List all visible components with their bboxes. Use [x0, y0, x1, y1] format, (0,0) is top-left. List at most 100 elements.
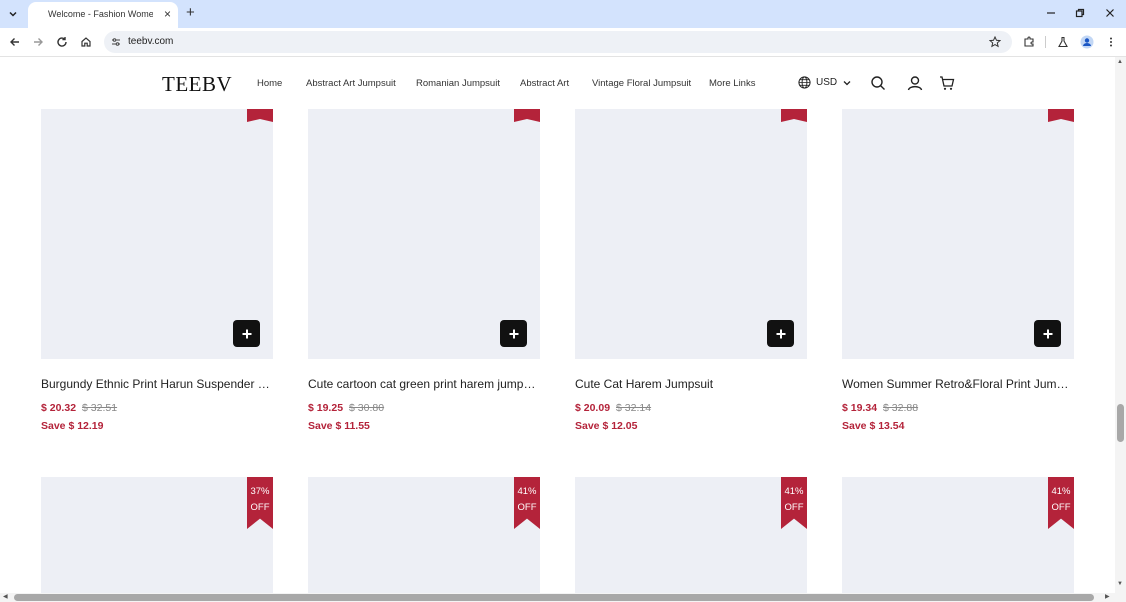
product-card[interactable]: Women Summer Retro&Floral Print Jumpsuit…: [842, 109, 1074, 439]
product-card[interactable]: Burgundy Ethnic Print Harun Suspender Ju…: [41, 109, 273, 439]
currency-selector[interactable]: USD: [798, 76, 852, 89]
scroll-down-arrow-icon[interactable]: ▼: [1117, 581, 1123, 587]
price-row: $ 19.34 $ 32.88: [842, 402, 918, 414]
nav-link-home[interactable]: Home: [257, 78, 282, 89]
product-card[interactable]: Cute cartoon cat green print harem jumps…: [308, 109, 540, 439]
discount-off-label: OFF: [250, 502, 270, 513]
account-icon[interactable]: [907, 75, 923, 91]
scroll-up-arrow-icon[interactable]: ▲: [1117, 59, 1123, 65]
sale-price: $ 20.09: [575, 402, 611, 414]
site-settings-icon[interactable]: [111, 37, 121, 47]
product-title[interactable]: Women Summer Retro&Floral Print Jumpsuit: [842, 377, 1074, 391]
back-button[interactable]: [6, 33, 24, 51]
price-row: $ 19.25 $ 30.80: [308, 402, 384, 414]
price-row: $ 20.09 $ 32.14: [575, 402, 651, 414]
arrow-left-icon: [10, 38, 19, 46]
horizontal-scroll-thumb[interactable]: [14, 594, 1094, 601]
minimize-button[interactable]: [1042, 4, 1060, 22]
tab-title: Welcome - Fashion Women Clothing: [48, 9, 153, 19]
new-tab-button[interactable]: +: [186, 4, 195, 22]
site-header: TEEBV Home Abstract Art Jumpsuit Romania…: [0, 57, 1115, 109]
nav-link-abstract-art[interactable]: Abstract Art: [520, 78, 569, 89]
price-row: $ 20.32 $ 32.51: [41, 402, 117, 414]
close-icon: [1106, 9, 1114, 17]
site-logo[interactable]: TEEBV: [162, 72, 232, 97]
browser-tab[interactable]: Welcome - Fashion Women Clothing ×: [28, 2, 178, 28]
toolbar-divider: [1045, 36, 1046, 48]
product-card[interactable]: 41% OFF: [842, 477, 1074, 593]
product-image[interactable]: [41, 477, 273, 593]
tab-search-button[interactable]: [4, 5, 22, 23]
product-image[interactable]: [575, 477, 807, 593]
discount-off-label: OFF: [1051, 502, 1071, 513]
product-card[interactable]: 37% OFF: [41, 477, 273, 593]
labs-button[interactable]: [1054, 33, 1072, 51]
nav-link-more-links[interactable]: More Links: [709, 78, 755, 89]
scroll-right-arrow-icon[interactable]: ▶: [1105, 593, 1110, 600]
flask-icon: [1058, 36, 1068, 48]
close-window-button[interactable]: [1101, 4, 1119, 22]
add-to-cart-button[interactable]: [233, 320, 260, 347]
original-price: $ 32.14: [616, 402, 652, 414]
sale-price: $ 19.25: [308, 402, 344, 414]
globe-icon: [798, 76, 811, 89]
plus-icon: [776, 329, 785, 338]
add-to-cart-button[interactable]: [767, 320, 794, 347]
discount-off-label: OFF: [517, 502, 537, 513]
puzzle-icon: [1024, 36, 1034, 47]
bookmark-star-icon[interactable]: [989, 36, 1001, 48]
discount-percent: 41%: [1051, 486, 1071, 497]
browser-tabstrip: Welcome - Fashion Women Clothing × +: [0, 0, 1126, 28]
discount-percent: 41%: [517, 486, 537, 497]
product-image[interactable]: [308, 477, 540, 593]
reload-button[interactable]: [53, 33, 71, 51]
restore-button[interactable]: [1071, 4, 1089, 22]
extensions-button[interactable]: [1020, 33, 1038, 51]
product-card[interactable]: 41% OFF: [308, 477, 540, 593]
reload-icon: [57, 37, 67, 47]
home-button[interactable]: [77, 33, 95, 51]
chevron-down-icon: [843, 80, 851, 85]
scroll-left-arrow-icon[interactable]: ◀: [3, 593, 8, 600]
tab-close-button[interactable]: ×: [164, 7, 171, 21]
cart-icon[interactable]: [939, 75, 955, 91]
chevron-down-icon: [9, 11, 17, 17]
savings-label: Save $ 13.54: [842, 420, 905, 432]
product-card[interactable]: Cute Cat Harem Jumpsuit $ 20.09 $ 32.14 S…: [575, 109, 807, 439]
product-title[interactable]: Cute cartoon cat green print harem jumps…: [308, 377, 540, 391]
product-title[interactable]: Cute Cat Harem Jumpsuit: [575, 377, 807, 391]
browser-menu-button[interactable]: [1102, 33, 1120, 51]
kebab-menu-icon: [1110, 37, 1112, 47]
horizontal-scrollbar[interactable]: ◀ ▶: [0, 593, 1126, 602]
restore-icon: [1075, 8, 1085, 18]
address-url: teebv.com: [128, 36, 174, 47]
sale-price: $ 20.32: [41, 402, 77, 414]
savings-label: Save $ 12.05: [575, 420, 638, 432]
product-card[interactable]: 41% OFF: [575, 477, 807, 593]
forward-button[interactable]: [29, 33, 47, 51]
sale-price: $ 19.34: [842, 402, 878, 414]
add-to-cart-button[interactable]: [1034, 320, 1061, 347]
original-price: $ 32.51: [82, 402, 118, 414]
discount-percent: 41%: [784, 486, 804, 497]
plus-icon: [242, 329, 251, 338]
original-price: $ 30.80: [349, 402, 385, 414]
plus-icon: [1043, 329, 1052, 338]
product-title[interactable]: Burgundy Ethnic Print Harun Suspender Ju…: [41, 377, 273, 391]
home-icon: [81, 37, 91, 47]
savings-label: Save $ 11.55: [308, 420, 370, 432]
nav-link-romanian-jumpsuit[interactable]: Romanian Jumpsuit: [416, 78, 500, 89]
browser-toolbar: teebv.com: [0, 28, 1126, 56]
search-icon[interactable]: [870, 75, 886, 91]
discount-off-label: OFF: [784, 502, 804, 513]
vertical-scroll-thumb[interactable]: [1117, 404, 1124, 442]
product-image[interactable]: [842, 477, 1074, 593]
nav-link-abstract-art-jumpsuit[interactable]: Abstract Art Jumpsuit: [306, 78, 396, 89]
address-bar[interactable]: teebv.com: [104, 31, 1012, 53]
original-price: $ 32.88: [883, 402, 919, 414]
profile-button[interactable]: [1078, 33, 1096, 51]
vertical-scrollbar[interactable]: ▲ ▼: [1115, 57, 1126, 593]
nav-link-vintage-floral-jumpsuit[interactable]: Vintage Floral Jumpsuit: [592, 78, 691, 89]
add-to-cart-button[interactable]: [500, 320, 527, 347]
product-grid: Burgundy Ethnic Print Harun Suspender Ju…: [0, 109, 1115, 593]
